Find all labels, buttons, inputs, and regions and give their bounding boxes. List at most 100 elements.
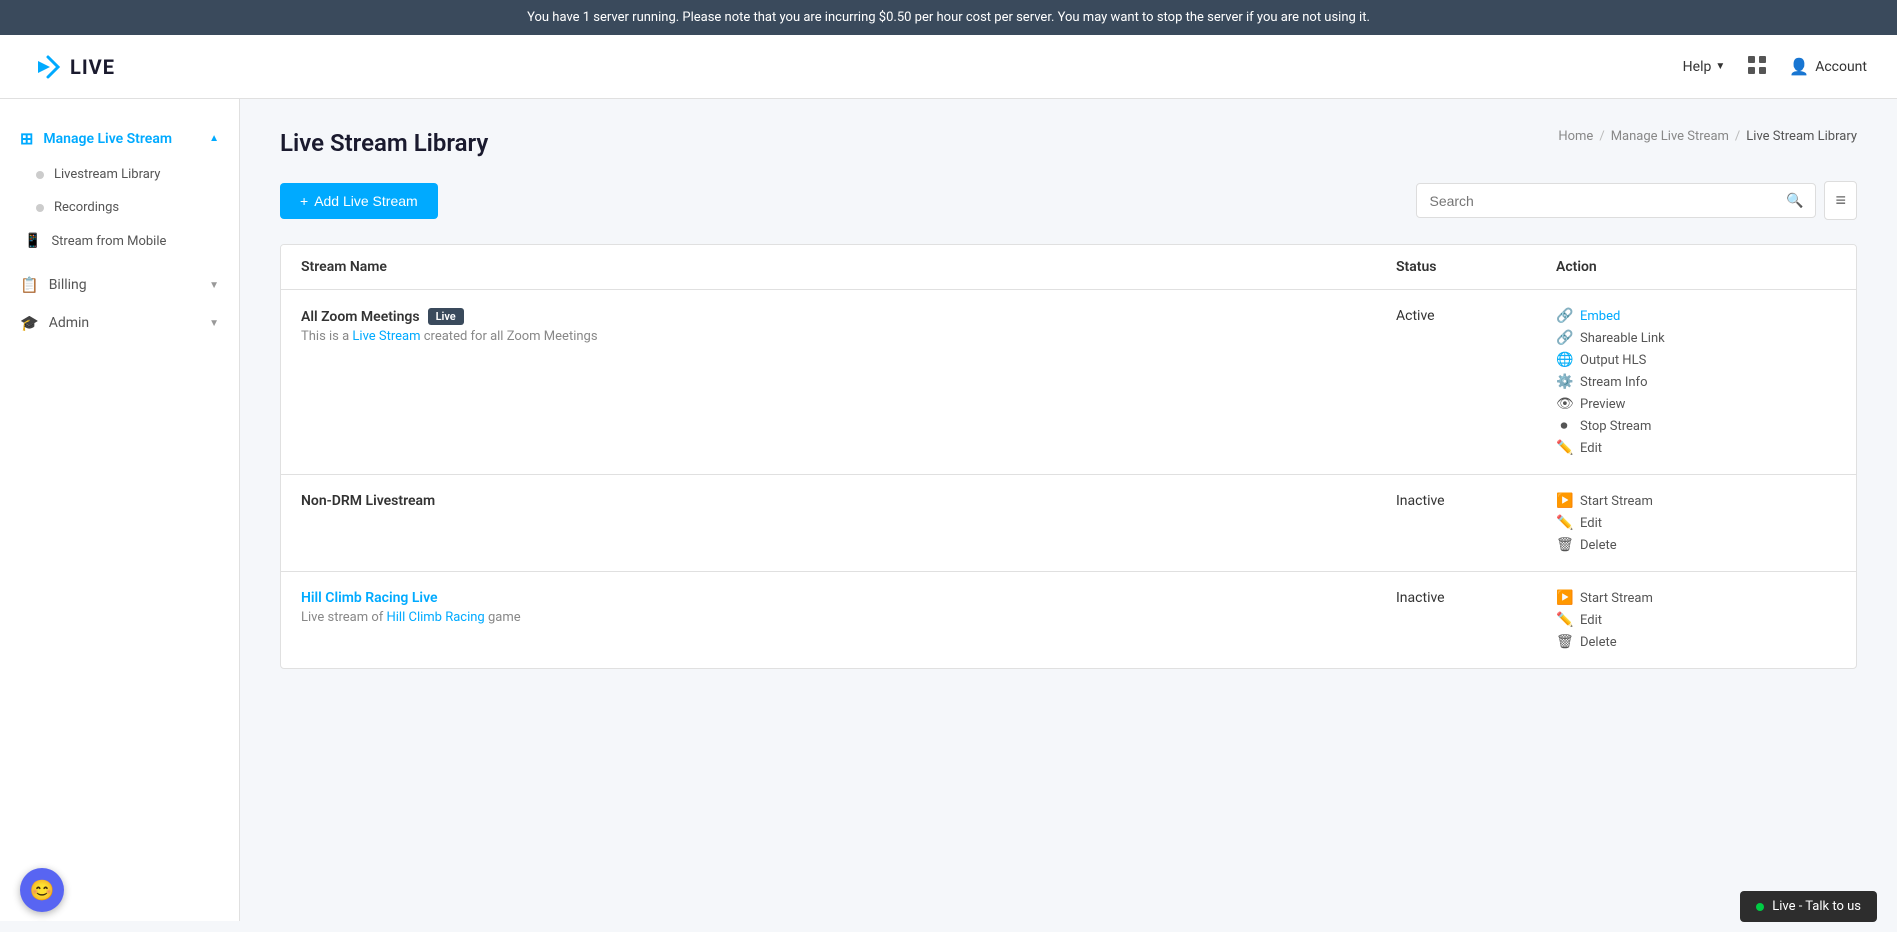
- action-stream-info-label: Stream Info: [1580, 375, 1648, 390]
- stream-status: Active: [1396, 308, 1556, 324]
- action-edit-row0[interactable]: ✏️ Edit: [1556, 440, 1836, 456]
- stream-name-text: Non-DRM Livestream: [301, 493, 435, 509]
- logo-icon: [30, 51, 62, 83]
- add-label: Add Live Stream: [314, 193, 418, 209]
- action-shareable-link[interactable]: 🔗 Shareable Link: [1556, 330, 1836, 346]
- breadcrumb-sep2: /: [1735, 129, 1740, 144]
- action-edit-row1[interactable]: ✏️ Edit: [1556, 515, 1836, 531]
- account-button[interactable]: 👤 Account: [1789, 57, 1867, 76]
- stop-icon: ⏺: [1556, 418, 1572, 434]
- help-label: Help: [1683, 59, 1712, 75]
- action-stop-stream[interactable]: ⏺ Stop Stream: [1556, 418, 1836, 434]
- search-icon-button[interactable]: 🔍: [1786, 192, 1803, 209]
- add-livestream-button[interactable]: + Add Live Stream: [280, 183, 438, 219]
- action-stop-label: Stop Stream: [1580, 419, 1651, 434]
- action-delete-row1[interactable]: 🗑 Delete: [1556, 537, 1836, 553]
- sidebar-sub-label-recordings: Recordings: [54, 200, 119, 215]
- help-button[interactable]: Help ▼: [1683, 59, 1726, 75]
- main-content: Live Stream Library Home / Manage Live S…: [240, 99, 1897, 921]
- chat-online-indicator: [1756, 903, 1764, 911]
- action-edit-row2[interactable]: ✏️ Edit: [1556, 612, 1836, 628]
- breadcrumb-home[interactable]: Home: [1558, 129, 1593, 144]
- breadcrumb-sep1: /: [1599, 129, 1604, 144]
- top-banner: You have 1 server running. Please note t…: [0, 0, 1897, 35]
- eye-icon: 👁: [1556, 396, 1572, 412]
- sidebar-sub-label-library: Livestream Library: [54, 167, 160, 182]
- account-label: Account: [1815, 59, 1867, 75]
- action-start-stream-row2[interactable]: ▶️ Start Stream: [1556, 590, 1836, 606]
- sidebar-billing-label: Billing: [49, 277, 87, 293]
- billing-chevron-icon: ▼: [209, 280, 219, 291]
- search-input[interactable]: [1429, 193, 1786, 209]
- action-edit-label-row0: Edit: [1580, 441, 1602, 456]
- stream-status: Inactive: [1396, 590, 1556, 606]
- action-embed[interactable]: 🔗 Embed: [1556, 308, 1836, 324]
- play-icon: ▶️: [1556, 493, 1572, 509]
- action-preview-label: Preview: [1580, 397, 1625, 412]
- mobile-icon: 📱: [24, 233, 41, 249]
- stream-name-cell: Non-DRM Livestream: [301, 493, 1396, 509]
- sidebar-dot-icon: [36, 171, 44, 179]
- sidebar-item-admin[interactable]: 🎓 Admin ▼: [0, 304, 239, 342]
- stream-name: All Zoom Meetings Live: [301, 308, 1396, 325]
- action-preview[interactable]: 👁 Preview: [1556, 396, 1836, 412]
- chat-label-text: Live - Talk to us: [1772, 899, 1861, 914]
- action-delete-label-row2: Delete: [1580, 635, 1617, 650]
- sidebar-item-recordings[interactable]: Recordings: [0, 191, 239, 224]
- breadcrumb: Home / Manage Live Stream / Live Stream …: [1558, 129, 1857, 144]
- link-icon: 🔗: [1556, 330, 1572, 346]
- action-stream-info[interactable]: ⚙️ Stream Info: [1556, 374, 1836, 390]
- edit-icon: ✏️: [1556, 440, 1572, 456]
- action-edit-label-row2: Edit: [1580, 613, 1602, 628]
- admin-icon: 🎓: [20, 314, 39, 332]
- sidebar-item-livestream-library[interactable]: Livestream Library: [0, 158, 239, 191]
- action-start-stream-row1[interactable]: ▶️ Start Stream: [1556, 493, 1836, 509]
- table-row: All Zoom Meetings Live This is a Live St…: [281, 290, 1856, 475]
- edit-icon: ✏️: [1556, 515, 1572, 531]
- breadcrumb-section[interactable]: Manage Live Stream: [1611, 129, 1729, 144]
- banner-text: You have 1 server running. Please note t…: [527, 10, 1370, 25]
- layout: ⊞ Manage Live Stream ▲ Livestream Librar…: [0, 99, 1897, 921]
- logo-text: LIVE: [70, 55, 115, 79]
- table-row: Non-DRM Livestream Inactive ▶️ Start Str…: [281, 475, 1856, 572]
- stream-name: Non-DRM Livestream: [301, 493, 1396, 509]
- action-delete-row2[interactable]: 🗑 Delete: [1556, 634, 1836, 650]
- col-action: Action: [1556, 259, 1836, 275]
- logo-area[interactable]: LIVE: [30, 51, 115, 83]
- stream-desc-link[interactable]: Live Stream: [352, 329, 420, 344]
- header: LIVE Help ▼ 👤 Account: [0, 35, 1897, 99]
- stream-description: This is a Live Stream created for all Zo…: [301, 329, 1396, 344]
- chat-smiley-icon: 😊: [30, 878, 55, 902]
- sidebar: ⊞ Manage Live Stream ▲ Livestream Librar…: [0, 99, 240, 921]
- play-icon: ▶️: [1556, 590, 1572, 606]
- globe-icon: 🌐: [1556, 352, 1572, 368]
- filter-button[interactable]: ≡: [1824, 181, 1857, 220]
- sidebar-item-billing[interactable]: 📋 Billing ▼: [0, 266, 239, 304]
- header-right: Help ▼ 👤 Account: [1683, 53, 1867, 81]
- manage-livestream-icon: ⊞: [20, 129, 33, 148]
- action-embed-label: Embed: [1580, 309, 1620, 324]
- stream-name-cell: Hill Climb Racing Live Live stream of Hi…: [301, 590, 1396, 625]
- grid-apps-icon[interactable]: [1745, 53, 1769, 81]
- edit-icon: ✏️: [1556, 612, 1572, 628]
- action-delete-label-row1: Delete: [1580, 538, 1617, 553]
- page-header: Live Stream Library Home / Manage Live S…: [280, 129, 1857, 157]
- stream-desc-link[interactable]: Hill Climb Racing: [387, 610, 485, 625]
- link-icon: 🔗: [1556, 308, 1572, 324]
- sidebar-admin-label: Admin: [49, 315, 89, 331]
- chat-label-button[interactable]: Live - Talk to us: [1740, 891, 1877, 922]
- table-row: Hill Climb Racing Live Live stream of Hi…: [281, 572, 1856, 668]
- stream-name: Hill Climb Racing Live: [301, 590, 1396, 606]
- trash-icon: 🗑: [1556, 634, 1572, 650]
- sidebar-main-label: Manage Live Stream: [43, 131, 172, 147]
- chat-widget-button[interactable]: 😊: [20, 868, 64, 912]
- stream-name-text: All Zoom Meetings: [301, 309, 420, 325]
- stream-actions: ▶️ Start Stream ✏️ Edit 🗑 Delete: [1556, 590, 1836, 650]
- gear-icon: ⚙️: [1556, 374, 1572, 390]
- sidebar-item-stream-from-mobile[interactable]: 📱 Stream from Mobile: [0, 224, 239, 258]
- action-output-hls[interactable]: 🌐 Output HLS: [1556, 352, 1836, 368]
- billing-icon: 📋: [20, 276, 39, 294]
- filter-icon: ≡: [1835, 190, 1846, 211]
- sidebar-item-manage-livestream[interactable]: ⊞ Manage Live Stream ▲: [0, 119, 239, 158]
- action-start-label-row1: Start Stream: [1580, 494, 1653, 509]
